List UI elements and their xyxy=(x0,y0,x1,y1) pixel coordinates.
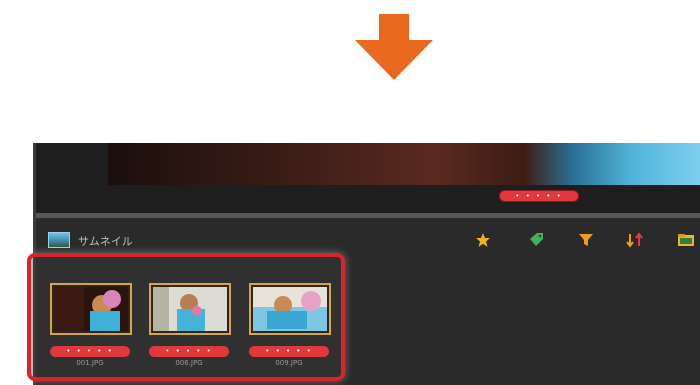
down-arrow-icon xyxy=(355,14,433,80)
star-icon[interactable] xyxy=(473,231,493,249)
thumbnail-item[interactable]: • • • • • 009.JPG xyxy=(249,283,339,385)
thumbnail-frame[interactable] xyxy=(249,283,331,335)
preview-rating-bar[interactable]: • • • • • xyxy=(499,190,579,202)
thumbnail-item[interactable]: • • • • • 006.JPG xyxy=(149,283,239,385)
panel-title: サムネイル xyxy=(78,235,133,248)
thumbnail-frame[interactable] xyxy=(149,283,231,335)
rating-label: • • • • • xyxy=(165,347,213,355)
thumbnail-toolbar: サムネイル xyxy=(36,218,700,250)
thumbnail-image xyxy=(54,287,128,331)
thumbnail-rating-bar[interactable]: • • • • • xyxy=(149,346,229,357)
sort-icon[interactable] xyxy=(625,231,645,249)
preview-rating-label: • • • • • xyxy=(515,192,563,200)
thumbnail-image xyxy=(153,287,227,331)
rating-label: • • • • • xyxy=(66,347,114,355)
folder-icon[interactable] xyxy=(676,231,696,249)
thumbnail-item[interactable]: • • • • • 001.JPG xyxy=(50,283,140,385)
thumbnail-rating-bar[interactable]: • • • • • xyxy=(249,346,329,357)
thumbnail-frame[interactable] xyxy=(50,283,132,335)
preview-area: • • • • • xyxy=(36,143,700,215)
thumbnail-filename: 001.JPG xyxy=(76,359,104,367)
thumbnail-panel-icon xyxy=(48,232,70,248)
thumbnail-filename: 006.JPG xyxy=(175,359,203,367)
thumbnail-filename: 009.JPG xyxy=(275,359,303,367)
tag-icon[interactable] xyxy=(526,231,546,249)
preview-image xyxy=(108,143,700,185)
filter-icon[interactable] xyxy=(576,231,596,249)
rating-label: • • • • • xyxy=(265,347,313,355)
thumbnail-rating-bar[interactable]: • • • • • xyxy=(50,346,130,357)
thumbnail-image xyxy=(253,287,327,331)
